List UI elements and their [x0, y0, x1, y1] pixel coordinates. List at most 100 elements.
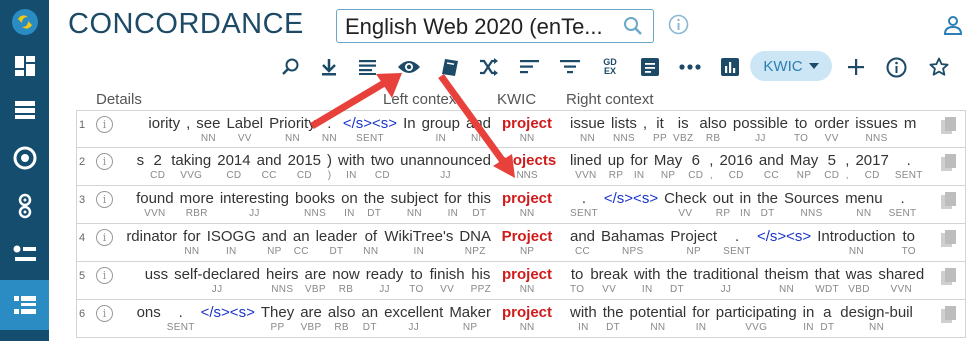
target-icon[interactable]	[0, 136, 49, 180]
logo-icon[interactable]	[0, 0, 49, 44]
token: are VBP	[300, 304, 322, 334]
info-icon[interactable]: i	[96, 305, 113, 322]
table-row[interactable]: 2 i s 2 CD taking VVG 2014 CD and CC 2015 CD)) with IN…	[76, 148, 966, 186]
token-word: potential	[629, 304, 687, 321]
token-word: and	[256, 152, 282, 169]
note-icon[interactable]	[637, 54, 663, 80]
token-word: order	[814, 115, 850, 132]
copy-icon[interactable]	[941, 306, 957, 331]
token-word: iority	[148, 115, 181, 132]
token-word: also	[327, 304, 356, 321]
token: a DT	[820, 304, 834, 334]
kwic-tag: NN	[519, 208, 535, 219]
sort-icon[interactable]	[517, 54, 543, 80]
star-icon[interactable]	[926, 54, 952, 80]
copy-icon[interactable]	[941, 268, 957, 293]
copy-icon[interactable]	[941, 154, 957, 179]
token-tag: NP	[660, 170, 676, 181]
token-word: .	[327, 115, 332, 132]
kwic-word[interactable]: Project	[497, 228, 557, 246]
token: . SENT	[889, 190, 917, 220]
kwic-cell[interactable]: project NN	[497, 115, 557, 145]
info-icon[interactable]	[668, 14, 689, 40]
token-tag: IN	[346, 170, 357, 181]
book-icon[interactable]	[437, 54, 463, 80]
token-tag: IN	[447, 208, 459, 219]
token-tag: VV	[678, 208, 693, 219]
token: potential NN	[630, 304, 687, 334]
token-word: and	[758, 152, 784, 169]
token-word: are	[304, 266, 327, 283]
concordance-icon[interactable]	[0, 280, 49, 330]
token-word: DNA	[459, 228, 491, 245]
kwic-cell[interactable]: project NN	[497, 266, 557, 296]
kwic-word[interactable]: projects	[497, 152, 557, 170]
token-tag: JJ	[440, 170, 451, 181]
token-tag: VV	[440, 284, 455, 295]
copy-icon[interactable]	[941, 192, 957, 217]
search-icon[interactable]	[623, 16, 643, 42]
token-word: to	[794, 115, 808, 132]
table-row[interactable]: 3 i found VVN more RBR interesting JJ books NNS on…	[76, 186, 966, 224]
token-tag: IN	[740, 208, 751, 219]
token: to TO	[570, 266, 584, 296]
table-row[interactable]: 4 i rdinator for NN ISOGG IN and NP an CC leader DT o…	[76, 224, 966, 262]
token-tag: PP	[653, 133, 667, 144]
token-tag: IN	[344, 208, 355, 219]
token-tag: VBD	[848, 284, 870, 295]
left-context: ons. SENT </s><s> They PP are VBP also RB an DT exc…	[119, 304, 494, 337]
token-word: with	[633, 266, 661, 283]
info-icon[interactable]: i	[96, 267, 113, 284]
token-tag: RBR	[185, 208, 208, 219]
token-tag: SENT	[888, 208, 917, 219]
copy-icon[interactable]	[941, 117, 957, 142]
gdex-icon[interactable]: GD EX	[597, 54, 623, 80]
kwic-tag: NN	[519, 133, 535, 144]
kwic-cell[interactable]: projects NNS	[497, 152, 557, 182]
user-icon[interactable]	[943, 15, 963, 40]
kwic-word[interactable]: project	[497, 190, 557, 208]
token-tag: VVN	[890, 284, 913, 295]
dashboard-icon[interactable]	[0, 44, 49, 88]
kwic-word[interactable]: project	[497, 304, 557, 322]
table-row[interactable]: 6 i ons. SENT </s><s> They PP are VBP also RB an DT e…	[76, 300, 966, 338]
table-row[interactable]: 5 i uss self-declared JJ heirs NNS are VBP now RB r…	[76, 262, 966, 300]
rings-icon[interactable]	[0, 184, 49, 228]
table-row[interactable]: 1 i iority, see NN Label VV Priority NN. NN </s><s…	[76, 110, 966, 148]
info-icon[interactable]: i	[96, 191, 113, 208]
list-icon[interactable]	[0, 88, 49, 132]
shuffle-icon[interactable]	[476, 54, 502, 80]
copy-icon[interactable]	[941, 230, 957, 255]
info-icon[interactable]: i	[96, 229, 113, 246]
kwic-cell[interactable]: project NN	[497, 304, 557, 334]
info-icon[interactable]: i	[96, 153, 113, 170]
eye-icon[interactable]	[396, 54, 422, 80]
dots-icon[interactable]	[677, 54, 703, 80]
corpus-selector[interactable]: English Web 2020 (enTe...	[336, 9, 654, 43]
download-icon[interactable]	[316, 54, 342, 80]
search-zoom-icon[interactable]	[278, 54, 304, 80]
kwic-word[interactable]: project	[497, 115, 557, 133]
lines-icon[interactable]	[356, 54, 382, 80]
info-icon[interactable]: i	[96, 116, 113, 133]
token: to TO	[409, 266, 423, 296]
kwic-cell[interactable]: Project NP	[497, 228, 557, 258]
token-tag: TO	[901, 246, 916, 257]
token: 2 CD	[150, 152, 165, 182]
view-mode-dropdown[interactable]: KWIC	[750, 51, 832, 81]
token-tag: CD	[226, 170, 242, 181]
chart-icon[interactable]	[717, 54, 743, 80]
bullet-list-icon[interactable]	[0, 232, 49, 276]
token-word: for	[444, 190, 462, 207]
add-icon[interactable]	[843, 54, 869, 80]
kwic-cell[interactable]: project NN	[497, 190, 557, 220]
token-word: 6	[691, 152, 700, 169]
kwic-word[interactable]: project	[497, 266, 557, 284]
token-word: ,	[709, 152, 714, 169]
token-word: now	[332, 266, 360, 283]
filter-icon[interactable]	[557, 54, 583, 80]
token-word: more	[179, 190, 214, 207]
info-icon[interactable]	[883, 54, 909, 80]
token-word: to	[410, 266, 423, 283]
token-tag: NP	[686, 246, 701, 257]
